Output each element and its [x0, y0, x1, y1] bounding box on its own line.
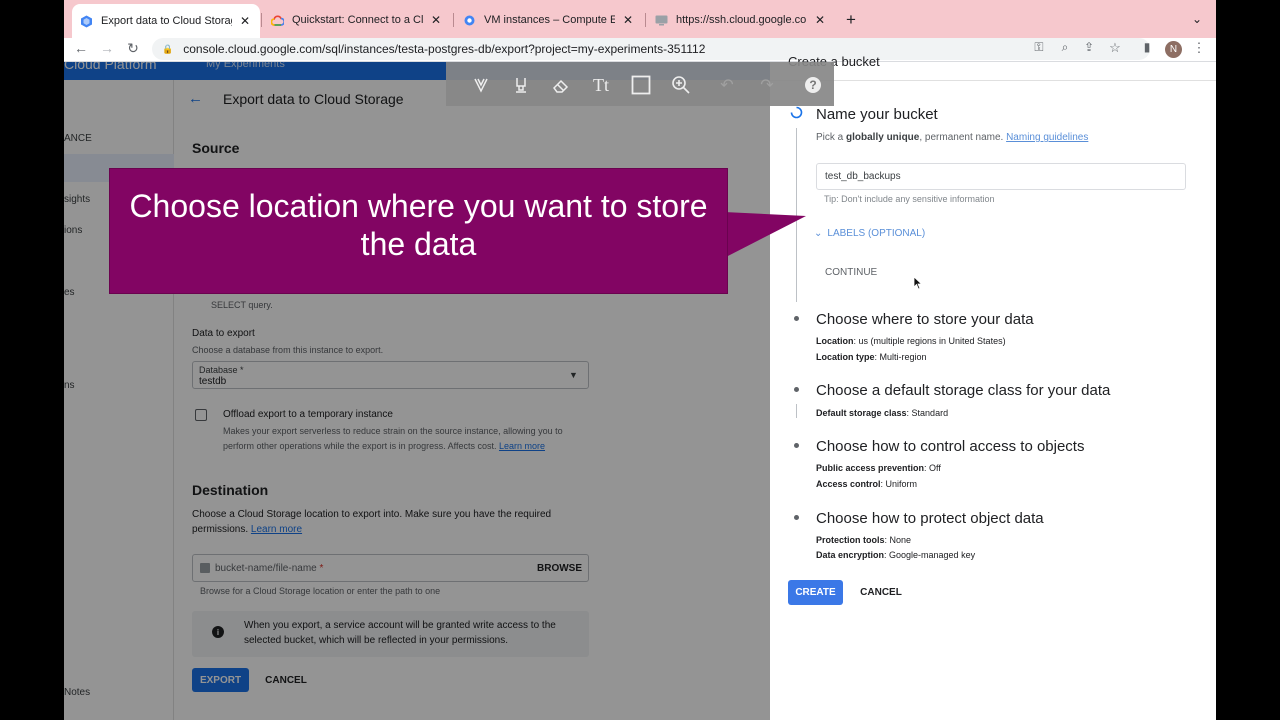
storage-class-key: Default storage class — [816, 408, 907, 418]
tab-search-icon[interactable]: ⌄ — [1192, 12, 1202, 26]
screen: Export data to Cloud Storage – ✕ Quickst… — [64, 0, 1216, 720]
step2-title[interactable]: Choose where to store your data — [816, 311, 1034, 328]
close-icon[interactable]: ✕ — [813, 13, 827, 27]
enc-val: : Google-managed key — [884, 550, 976, 560]
share-icon[interactable]: ⇪ — [1080, 40, 1098, 54]
location-summary: Location: us (multiple regions in United… — [816, 336, 1006, 346]
annotation-toolbar: Tt ↶ ↷ ? — [446, 62, 834, 106]
create-button[interactable]: CREATE — [788, 580, 843, 605]
help-icon[interactable]: ? — [802, 74, 824, 96]
tab-title: Quickstart: Connect to a Cloud — [292, 14, 423, 26]
undo-icon[interactable]: ↶ — [716, 74, 738, 96]
redo-icon[interactable]: ↷ — [756, 74, 778, 96]
pen-icon[interactable] — [470, 74, 492, 96]
profile-avatar[interactable]: N — [1165, 41, 1182, 58]
callout-text: Choose location where you want to store … — [110, 187, 727, 263]
step-connector — [796, 404, 797, 418]
tab-title: VM instances – Compute Engi — [484, 14, 615, 26]
encryption-summary: Data encryption: Google-managed key — [816, 550, 975, 560]
reload-icon[interactable]: ↻ — [124, 40, 142, 57]
bucket-name-input[interactable]: test_db_backups — [816, 163, 1186, 190]
pap-key: Public access prevention — [816, 463, 925, 473]
new-tab-button[interactable]: + — [846, 10, 856, 30]
eraser-icon[interactable] — [550, 74, 572, 96]
tutorial-callout: Choose location where you want to store … — [110, 169, 727, 293]
step-dot — [794, 387, 799, 392]
key-icon[interactable]: ⚿ — [1030, 40, 1048, 55]
star-icon[interactable]: ☆ — [1106, 40, 1124, 56]
tab-ssh[interactable]: https://ssh.cloud.google.com/v ✕ — [647, 6, 835, 34]
close-icon[interactable]: ✕ — [429, 13, 443, 27]
pap-val: : Off — [924, 463, 941, 473]
modal-backdrop[interactable] — [64, 62, 770, 720]
location-type-key: Location type — [816, 352, 875, 362]
bucket-name-value: test_db_backups — [825, 171, 901, 182]
close-icon[interactable]: ✕ — [621, 13, 635, 27]
tab-quickstart[interactable]: Quickstart: Connect to a Cloud ✕ — [263, 6, 451, 34]
mouse-cursor-icon — [913, 276, 923, 290]
storage-class-val: : Standard — [906, 408, 949, 418]
naming-guidelines-link[interactable]: Naming guidelines — [1006, 132, 1088, 143]
access-control-summary: Access control: Uniform — [816, 479, 917, 489]
labels-optional-text: LABELS (OPTIONAL) — [827, 228, 926, 239]
labels-optional-toggle[interactable]: ⌄ LABELS (OPTIONAL) — [814, 228, 925, 239]
step1-help-pre: Pick a — [816, 132, 847, 143]
tab-export-data[interactable]: Export data to Cloud Storage – ✕ — [72, 4, 260, 38]
browser-toolbar: ← → ↻ 🔒 console.cloud.google.com/sql/ins… — [64, 38, 1216, 62]
step1-title: Name your bucket — [816, 106, 938, 123]
lock-icon: 🔒 — [162, 43, 174, 54]
zoom-in-icon[interactable] — [670, 74, 692, 96]
step4-title[interactable]: Choose how to control access to objects — [816, 438, 1084, 455]
close-icon[interactable]: ✕ — [238, 14, 252, 28]
tab-title: https://ssh.cloud.google.com/v — [676, 14, 807, 26]
step-dot — [794, 443, 799, 448]
menu-dots-icon[interactable]: ⋮ — [1190, 40, 1208, 56]
loading-spinner-icon — [790, 106, 803, 119]
step1-help-bold: globally unique — [846, 132, 920, 143]
panel-header-divider — [770, 80, 1216, 81]
step1-help-post: , permanent name. — [919, 132, 1007, 143]
compute-engine-icon — [463, 14, 476, 27]
step-dot — [794, 316, 799, 321]
browser-tab-strip: Export data to Cloud Storage – ✕ Quickst… — [64, 0, 1216, 38]
location-key: Location — [816, 336, 854, 346]
callout-line2: the data — [360, 226, 477, 262]
prot-key: Protection tools — [816, 535, 885, 545]
tab-title: Export data to Cloud Storage – — [101, 15, 232, 27]
public-access-summary: Public access prevention: Off — [816, 463, 941, 473]
step1-help: Pick a globally unique, permanent name. … — [816, 132, 1088, 143]
side-panel-icon[interactable]: ▮ — [1138, 40, 1156, 54]
step3-title[interactable]: Choose a default storage class for your … — [816, 382, 1110, 399]
address-bar[interactable]: 🔒 console.cloud.google.com/sql/instances… — [152, 38, 1150, 60]
zoom-icon[interactable]: ⌕ — [1056, 40, 1074, 55]
google-cloud-icon — [271, 14, 284, 27]
ssh-icon — [655, 14, 668, 27]
protection-summary: Protection tools: None — [816, 535, 911, 545]
create-bucket-panel: Create a bucket Name your bucket Pick a … — [770, 54, 1216, 720]
ac-key: Access control — [816, 479, 881, 489]
callout-line1: Choose location where you want to store — [129, 188, 708, 224]
enc-key: Data encryption — [816, 550, 885, 560]
back-arrow-icon[interactable]: ← — [72, 40, 90, 56]
continue-button[interactable]: CONTINUE — [825, 267, 877, 278]
rectangle-icon[interactable] — [630, 74, 652, 96]
cloud-sql-icon — [80, 15, 93, 28]
callout-pointer — [724, 212, 806, 258]
prot-val: : None — [884, 535, 912, 545]
storage-class-summary: Default storage class: Standard — [816, 408, 948, 418]
cancel-button[interactable]: CANCEL — [856, 580, 906, 605]
step5-title[interactable]: Choose how to protect object data — [816, 510, 1044, 527]
url-text: console.cloud.google.com/sql/instances/t… — [183, 42, 706, 56]
location-type-val: : Multi-region — [874, 352, 927, 362]
ac-val: : Uniform — [880, 479, 918, 489]
tab-vm-instances[interactable]: VM instances – Compute Engi ✕ — [455, 6, 643, 34]
text-tool-icon[interactable]: Tt — [590, 74, 612, 96]
chevron-down-icon: ⌄ — [814, 228, 823, 239]
step-dot — [794, 515, 799, 520]
forward-arrow-icon[interactable]: → — [98, 40, 116, 56]
highlighter-icon[interactable] — [510, 74, 532, 96]
location-val: : us (multiple regions in United States) — [853, 336, 1006, 346]
location-type-summary: Location type: Multi-region — [816, 352, 927, 362]
bucket-name-tip: Tip: Don't include any sensitive informa… — [824, 194, 995, 204]
